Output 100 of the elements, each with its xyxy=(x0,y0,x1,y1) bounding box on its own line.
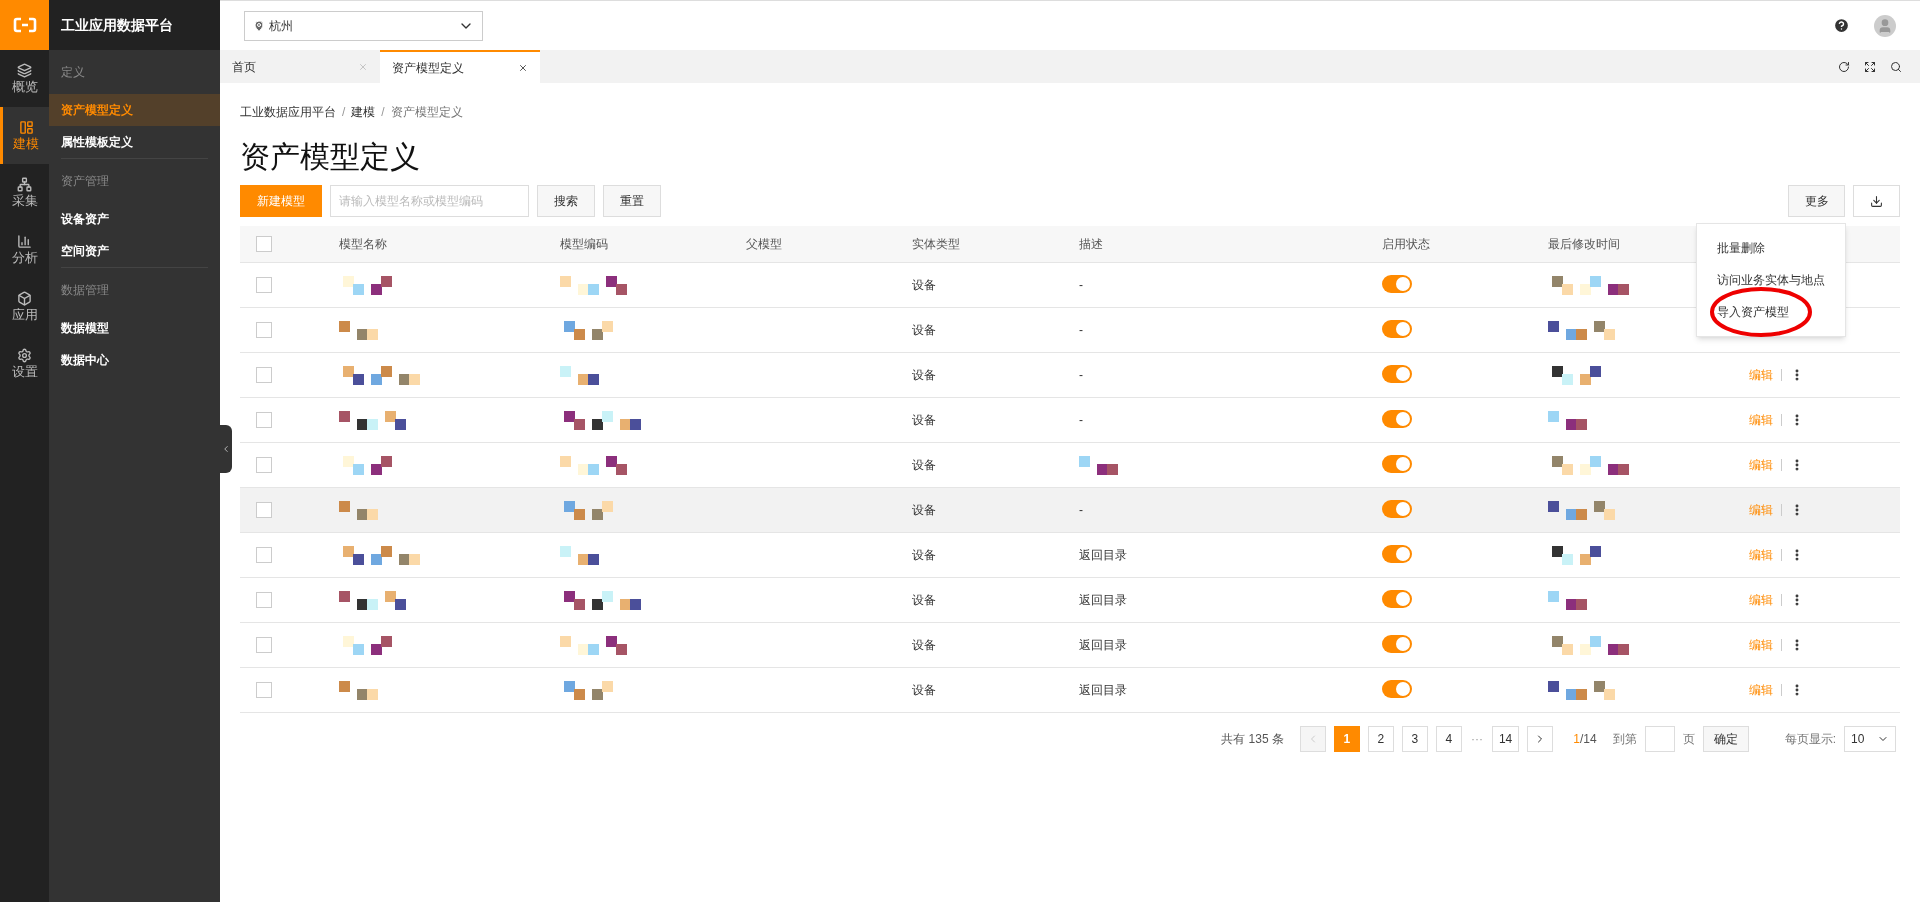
cube-icon xyxy=(17,290,32,306)
help-icon[interactable] xyxy=(1833,17,1850,34)
download-icon xyxy=(1870,194,1883,208)
breadcrumb-separator: / xyxy=(342,104,346,121)
breadcrumb-separator: / xyxy=(381,104,385,121)
download-button[interactable] xyxy=(1853,185,1900,217)
page-ellipsis: ··· xyxy=(1469,731,1484,748)
refresh-icon[interactable] xyxy=(1838,60,1850,73)
logo[interactable] xyxy=(0,0,49,50)
bar-chart-icon xyxy=(17,233,32,249)
menu-item[interactable]: 批量删除 xyxy=(1717,239,1765,257)
toggle-switch[interactable] xyxy=(1382,319,1412,338)
column-header: 模型名称 xyxy=(339,237,387,251)
table-cell: 设备 xyxy=(912,593,936,607)
page-tab[interactable]: 资产模型定义 xyxy=(380,50,540,83)
row-checkbox[interactable] xyxy=(256,592,272,608)
breadcrumb-link[interactable]: 建模 xyxy=(351,103,376,121)
select-all-checkbox[interactable] xyxy=(256,236,272,252)
table-cell: - xyxy=(1079,278,1083,292)
goto-suffix: 页 xyxy=(1682,731,1695,748)
table-cell: 设备 xyxy=(912,638,936,652)
location-select[interactable]: 杭州 xyxy=(244,10,483,41)
row-checkbox[interactable] xyxy=(256,547,272,563)
column-header: 父模型 xyxy=(746,237,782,251)
page-title: 资产模型定义 xyxy=(240,139,421,175)
column-header: 最后修改时间 xyxy=(1548,237,1620,251)
table-cell: 设备 xyxy=(912,413,936,427)
table-cell: 设备 xyxy=(912,278,936,292)
row-checkbox[interactable] xyxy=(256,277,272,293)
column-header: 描述 xyxy=(1079,237,1103,251)
sitemap-icon xyxy=(17,176,32,192)
search-field[interactable]: 请输入模型名称或模型编码 xyxy=(330,185,529,217)
reset-button[interactable]: 重置 xyxy=(603,185,661,217)
layers-icon xyxy=(17,62,32,78)
sidebar-item[interactable]: 属性模板定义 xyxy=(49,126,220,158)
rail-item[interactable]: 应用 xyxy=(0,278,49,335)
confirm-button[interactable]: 确定 xyxy=(1702,726,1749,752)
menu-item[interactable]: 访问业务实体与地点 xyxy=(1717,271,1825,289)
goto-label: 到第 xyxy=(1612,731,1637,748)
toggle-switch[interactable] xyxy=(1382,454,1412,473)
page-button[interactable]: 14 xyxy=(1491,726,1520,752)
layout-icon xyxy=(18,119,34,135)
fullscreen-icon[interactable] xyxy=(1864,60,1876,73)
table-row[interactable]: 设备 - 编辑 xyxy=(240,488,1900,533)
table-cell: 返回目录 xyxy=(1079,683,1127,697)
row-checkbox[interactable] xyxy=(256,457,272,473)
toggle-switch[interactable] xyxy=(1382,409,1412,428)
logo-icon xyxy=(12,17,37,33)
row-checkbox[interactable] xyxy=(256,637,272,653)
user-avatar[interactable] xyxy=(1874,14,1896,37)
rail-item[interactable]: 建模 xyxy=(0,107,49,164)
table-cell: 设备 xyxy=(912,548,936,562)
page-button[interactable]: 2 xyxy=(1367,726,1394,752)
table-cell: 设备 xyxy=(912,323,936,337)
sidebar-item[interactable]: 设备资产 xyxy=(49,203,220,235)
sidebar-item[interactable]: 资产模型定义 xyxy=(49,94,220,126)
sidebar-item[interactable]: 数据模型 xyxy=(49,312,220,344)
close-icon[interactable] xyxy=(518,62,528,73)
row-checkbox[interactable] xyxy=(256,682,272,698)
next-page-button[interactable] xyxy=(1527,726,1554,752)
breadcrumb-link[interactable]: 工业数据应用平台 xyxy=(240,103,336,121)
page-button[interactable]: 4 xyxy=(1435,726,1462,752)
row-checkbox[interactable] xyxy=(256,322,272,338)
page-size-label: 每页显示: xyxy=(1784,731,1836,748)
table-cell: - xyxy=(1079,413,1083,427)
table-cell: - xyxy=(1079,323,1083,337)
table-cell: 返回目录 xyxy=(1079,593,1127,607)
collapse-handle[interactable] xyxy=(220,425,232,473)
breadcrumb-current: 资产模型定义 xyxy=(390,104,463,121)
page-tab[interactable]: 首页 xyxy=(220,50,380,83)
toggle-switch[interactable] xyxy=(1382,544,1412,563)
table-cell: - xyxy=(1079,368,1083,382)
table-cell: 设备 xyxy=(912,683,936,697)
table-cell: 设备 xyxy=(912,368,936,382)
row-checkbox[interactable] xyxy=(256,412,272,428)
location-pin-icon xyxy=(253,19,265,32)
rail-item[interactable]: 采集 xyxy=(0,164,49,221)
page-size-select[interactable]: 10 xyxy=(1844,726,1896,752)
toggle-switch[interactable] xyxy=(1382,679,1412,698)
search-icon[interactable] xyxy=(1890,60,1902,73)
toggle-switch[interactable] xyxy=(1382,634,1412,653)
toggle-switch[interactable] xyxy=(1382,274,1412,293)
toggle-switch[interactable] xyxy=(1382,589,1412,608)
rail-item[interactable]: 分析 xyxy=(0,221,49,278)
rail-item[interactable]: 设置 xyxy=(0,335,49,392)
search-button[interactable]: 搜索 xyxy=(537,185,595,217)
sidebar-item[interactable]: 数据中心 xyxy=(49,344,220,376)
settings-icon xyxy=(17,347,32,363)
sidebar-group-title: 资产管理 xyxy=(61,173,109,190)
row-checkbox[interactable] xyxy=(256,502,272,518)
more-button[interactable]: 更多 xyxy=(1788,185,1845,217)
sidebar-item[interactable]: 空间资产 xyxy=(49,235,220,267)
toggle-switch[interactable] xyxy=(1382,364,1412,383)
row-checkbox[interactable] xyxy=(256,367,272,383)
page-button[interactable]: 3 xyxy=(1401,726,1428,752)
table-cell: 设备 xyxy=(912,458,936,472)
goto-page-field[interactable] xyxy=(1644,726,1675,752)
rail-item[interactable]: 概览 xyxy=(0,50,49,107)
toggle-switch[interactable] xyxy=(1382,499,1412,518)
table-cell: 返回目录 xyxy=(1079,548,1127,562)
